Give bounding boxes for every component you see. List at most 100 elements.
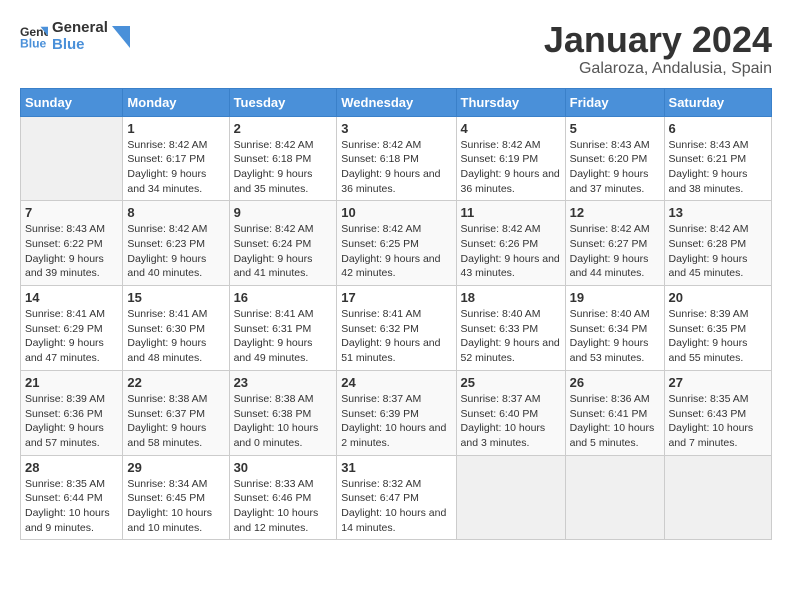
day-info: Sunrise: 8:39 AMSunset: 6:36 PMDaylight:…: [25, 392, 118, 451]
sunrise-time: Sunrise: 8:40 AM: [461, 308, 541, 320]
calendar-cell: 28Sunrise: 8:35 AMSunset: 6:44 PMDayligh…: [21, 455, 123, 540]
sunrise-time: Sunrise: 8:42 AM: [127, 139, 207, 151]
calendar-cell: 13Sunrise: 8:42 AMSunset: 6:28 PMDayligh…: [664, 201, 771, 286]
calendar-cell: 9 Sunrise: 8:42 AMSunset: 6:24 PMDaylight…: [229, 201, 337, 286]
sunset-time: Sunset: 6:18 PM: [234, 153, 312, 165]
calendar-cell: 16 Sunrise: 8:41 AMSunset: 6:31 PMDayligh…: [229, 286, 337, 371]
sunrise-time: Sunrise: 8:42 AM: [127, 223, 207, 235]
daylight-hours: Daylight: 10 hours and 9 minutes.: [25, 507, 110, 534]
sunrise-time: Sunrise: 8:39 AM: [25, 393, 105, 405]
daylight-hours: Daylight: 10 hours and 10 minutes.: [127, 507, 212, 534]
calendar-cell: 4Sunrise: 8:42 AMSunset: 6:19 PMDaylight…: [456, 116, 565, 201]
sunset-time: Sunset: 6:33 PM: [461, 323, 539, 335]
day-info: Sunrise: 8:37 AMSunset: 6:39 PMDaylight:…: [341, 392, 451, 451]
sunset-time: Sunset: 6:39 PM: [341, 408, 419, 420]
sunset-time: Sunset: 6:38 PM: [234, 408, 312, 420]
logo-general: General: [52, 20, 108, 37]
svg-text:Blue: Blue: [20, 36, 47, 50]
daylight-hours: Daylight: 9 hours and 51 minutes.: [341, 337, 440, 364]
daylight-hours: Daylight: 9 hours and 43 minutes.: [461, 253, 560, 280]
sunset-time: Sunset: 6:23 PM: [127, 238, 205, 250]
day-number: 9: [234, 205, 333, 220]
day-number: 16: [234, 290, 333, 305]
sunrise-time: Sunrise: 8:41 AM: [234, 308, 314, 320]
sunset-time: Sunset: 6:17 PM: [127, 153, 205, 165]
calendar-cell: 31Sunrise: 8:32 AMSunset: 6:47 PMDayligh…: [337, 455, 456, 540]
calendar-cell: 24Sunrise: 8:37 AMSunset: 6:39 PMDayligh…: [337, 370, 456, 455]
sunset-time: Sunset: 6:27 PM: [570, 238, 648, 250]
sunrise-time: Sunrise: 8:42 AM: [341, 139, 421, 151]
calendar-cell: 12Sunrise: 8:42 AMSunset: 6:27 PMDayligh…: [565, 201, 664, 286]
title-area: January 2024 Galaroza, Andalusia, Spain: [544, 20, 772, 78]
sunrise-time: Sunrise: 8:41 AM: [341, 308, 421, 320]
calendar-cell: 3Sunrise: 8:42 AMSunset: 6:18 PMDaylight…: [337, 116, 456, 201]
sunrise-time: Sunrise: 8:35 AM: [25, 478, 105, 490]
calendar-cell: [565, 455, 664, 540]
sunset-time: Sunset: 6:19 PM: [461, 153, 539, 165]
day-info: Sunrise: 8:38 AMSunset: 6:38 PMDaylight:…: [234, 392, 333, 451]
sunrise-time: Sunrise: 8:33 AM: [234, 478, 314, 490]
calendar-week-4: 21Sunrise: 8:39 AMSunset: 6:36 PMDayligh…: [21, 370, 772, 455]
calendar-cell: 18Sunrise: 8:40 AMSunset: 6:33 PMDayligh…: [456, 286, 565, 371]
sunset-time: Sunset: 6:18 PM: [341, 153, 419, 165]
day-number: 23: [234, 375, 333, 390]
daylight-hours: Daylight: 9 hours and 44 minutes.: [570, 253, 649, 280]
sunrise-time: Sunrise: 8:42 AM: [341, 223, 421, 235]
day-info: Sunrise: 8:42 AM Sunset: 6:26 PM Daylight:…: [461, 222, 561, 281]
logo: General Blue General Blue: [20, 20, 130, 53]
calendar-cell: 11 Sunrise: 8:42 AM Sunset: 6:26 PM Dayligh…: [456, 201, 565, 286]
day-number: 15: [127, 290, 224, 305]
day-info: Sunrise: 8:40 AM Sunset: 6:33 PM Daylight:…: [461, 307, 561, 366]
calendar-cell: 14Sunrise: 8:41 AMSunset: 6:29 PMDayligh…: [21, 286, 123, 371]
logo-arrow-icon: [112, 26, 130, 48]
daylight-hours: Daylight: 10 hours and 2 minutes.: [341, 422, 446, 449]
sunrise-time: Sunrise: 8:42 AM: [234, 139, 314, 151]
day-number: 26: [570, 375, 660, 390]
header-thursday: Thursday: [456, 88, 565, 116]
sunset-time: Sunset: 6:35 PM: [669, 323, 747, 335]
daylight-hours: Daylight: 10 hours and 5 minutes.: [570, 422, 655, 449]
calendar-week-5: 28Sunrise: 8:35 AMSunset: 6:44 PMDayligh…: [21, 455, 772, 540]
logo-icon: General Blue: [20, 23, 48, 51]
sunrise-time: Sunrise: 8:42 AM: [461, 223, 541, 235]
day-info: Sunrise: 8:34 AMSunset: 6:45 PMDaylight:…: [127, 477, 224, 536]
calendar-cell: 25Sunrise: 8:37 AMSunset: 6:40 PMDayligh…: [456, 370, 565, 455]
day-number: 28: [25, 460, 118, 475]
sunset-time: Sunset: 6:20 PM: [570, 153, 648, 165]
sunset-time: Sunset: 6:25 PM: [341, 238, 419, 250]
sunset-time: Sunset: 6:36 PM: [25, 408, 103, 420]
day-number: 10: [341, 205, 451, 220]
daylight-hours: Daylight: 9 hours and 42 minutes.: [341, 253, 440, 280]
sunrise-time: Sunrise: 8:32 AM: [341, 478, 421, 490]
day-info: Sunrise: 8:42 AMSunset: 6:19 PMDaylight:…: [461, 138, 561, 197]
calendar-week-3: 14Sunrise: 8:41 AMSunset: 6:29 PMDayligh…: [21, 286, 772, 371]
day-info: Sunrise: 8:32 AMSunset: 6:47 PMDaylight:…: [341, 477, 451, 536]
calendar-cell: 21Sunrise: 8:39 AMSunset: 6:36 PMDayligh…: [21, 370, 123, 455]
daylight-hours: Daylight: 9 hours and 36 minutes.: [461, 168, 560, 195]
sunrise-time: Sunrise: 8:41 AM: [25, 308, 105, 320]
calendar-table: SundayMondayTuesdayWednesdayThursdayFrid…: [20, 88, 772, 541]
daylight-hours: Daylight: 9 hours and 52 minutes.: [461, 337, 560, 364]
daylight-hours: Daylight: 9 hours and 48 minutes.: [127, 337, 206, 364]
day-info: Sunrise: 8:42 AMSunset: 6:18 PMDaylight:…: [234, 138, 333, 197]
header-wednesday: Wednesday: [337, 88, 456, 116]
day-number: 22: [127, 375, 224, 390]
header-monday: Monday: [123, 88, 229, 116]
sunrise-time: Sunrise: 8:42 AM: [570, 223, 650, 235]
daylight-hours: Daylight: 10 hours and 0 minutes.: [234, 422, 319, 449]
sunrise-time: Sunrise: 8:41 AM: [127, 308, 207, 320]
day-number: 7: [25, 205, 118, 220]
sunset-time: Sunset: 6:43 PM: [669, 408, 747, 420]
sunrise-time: Sunrise: 8:35 AM: [669, 393, 749, 405]
calendar-cell: 10 Sunrise: 8:42 AM Sunset: 6:25 PM Dayligh…: [337, 201, 456, 286]
sunset-time: Sunset: 6:26 PM: [461, 238, 539, 250]
day-info: Sunrise: 8:42 AM Sunset: 6:27 PM Daylight:…: [570, 222, 660, 281]
daylight-hours: Daylight: 10 hours and 12 minutes.: [234, 507, 319, 534]
daylight-hours: Daylight: 10 hours and 14 minutes.: [341, 507, 446, 534]
calendar-week-2: 7Sunrise: 8:43 AMSunset: 6:22 PMDaylight…: [21, 201, 772, 286]
day-number: 27: [669, 375, 767, 390]
daylight-hours: Daylight: 9 hours and 49 minutes.: [234, 337, 313, 364]
day-info: Sunrise: 8:41 AMSunset: 6:31 PMDaylight:…: [234, 307, 333, 366]
day-number: 11: [461, 205, 561, 220]
day-info: Sunrise: 8:42 AMSunset: 6:24 PMDaylight:…: [234, 222, 333, 281]
